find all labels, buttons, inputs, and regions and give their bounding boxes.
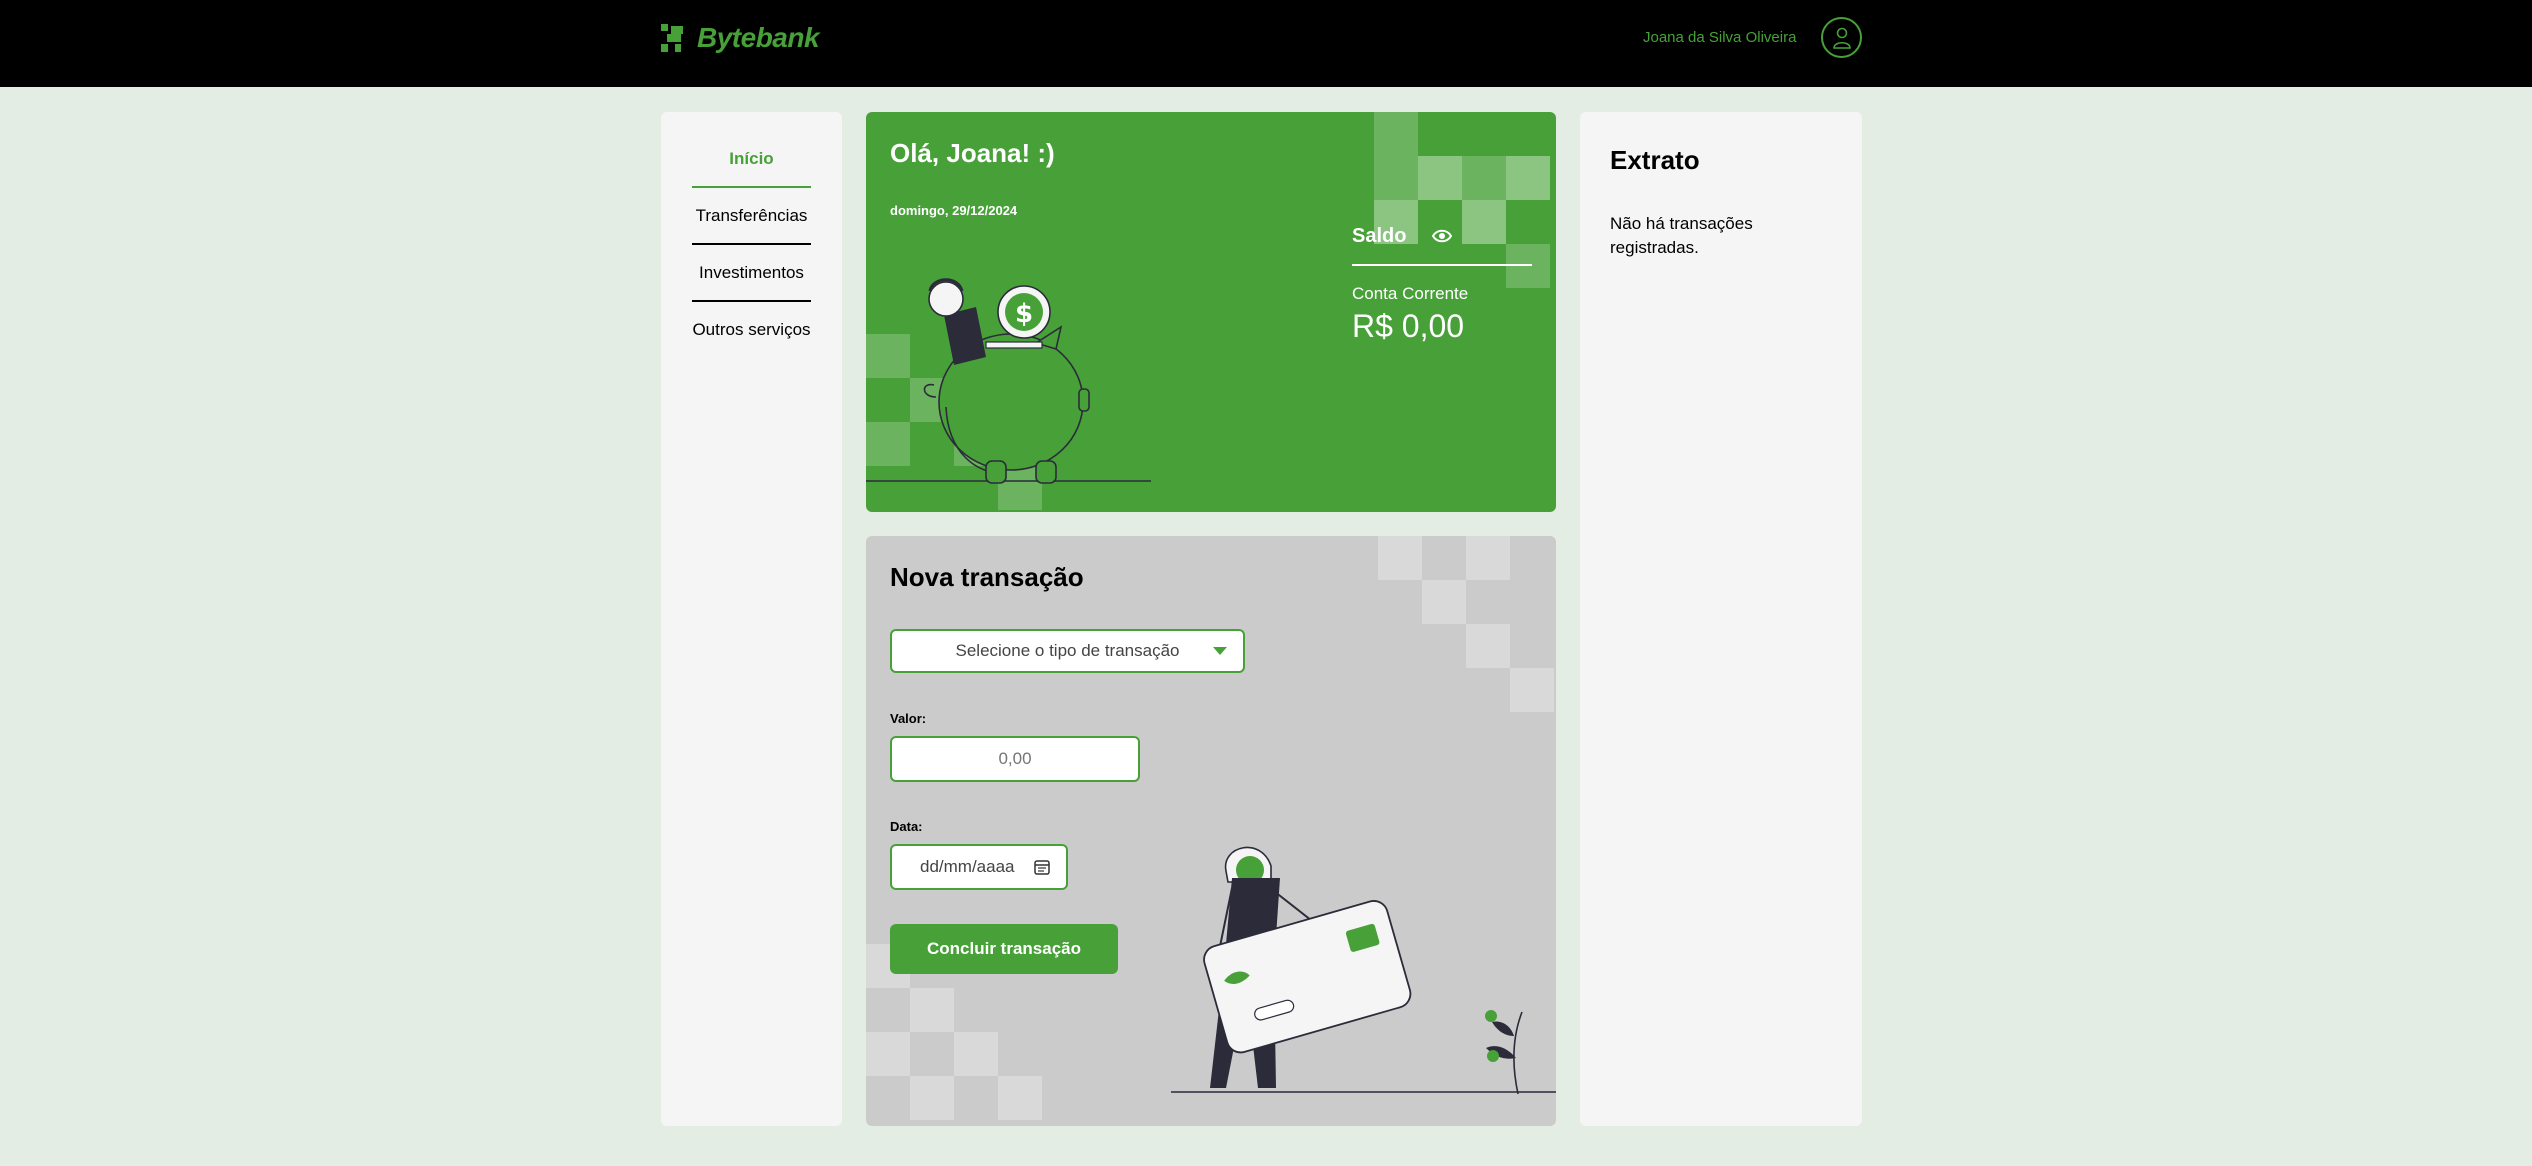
logo-text: Bytebank	[697, 22, 820, 53]
nav-divider	[692, 243, 811, 245]
submit-transaction-button[interactable]: Concluir transação	[890, 924, 1118, 974]
nav-divider	[692, 300, 811, 302]
date-placeholder: dd/mm/aaaa	[920, 857, 1015, 876]
avatar-button[interactable]	[1821, 17, 1862, 58]
current-date: domingo, 29/12/2024	[890, 203, 1018, 218]
transaction-type-placeholder: Selecione o tipo de transação	[955, 641, 1180, 660]
logo[interactable]: Bytebank	[661, 20, 820, 56]
amount-input[interactable]	[890, 736, 1140, 782]
date-label: Data:	[890, 819, 923, 834]
date-input[interactable]: dd/mm/aaaa	[890, 844, 1068, 890]
statement-panel: Extrato Não há transações registradas.	[1580, 112, 1862, 1126]
transaction-title: Nova transação	[890, 562, 1084, 592]
bytebank-logo-icon	[661, 24, 683, 52]
balance-label: Saldo	[1352, 225, 1407, 247]
top-header: Bytebank Joana da Silva Oliveira	[0, 0, 2532, 87]
balance-value: R$ 0,00	[1352, 308, 1465, 344]
transaction-type-select[interactable]: Selecione o tipo de transação	[890, 629, 1245, 673]
account-type: Conta Corrente	[1352, 284, 1469, 303]
amount-label: Valor:	[890, 711, 927, 726]
user-name: Joana da Silva Oliveira	[1643, 29, 1797, 46]
piggy-bank-illustration: $	[866, 278, 1151, 484]
balance-card: Olá, Joana! :) domingo, 29/12/2024 $ Sal…	[866, 112, 1556, 512]
statement-title: Extrato	[1610, 145, 1700, 175]
calendar-icon[interactable]	[1034, 859, 1050, 875]
eye-icon[interactable]	[1432, 225, 1452, 247]
person-card-illustration	[1171, 846, 1556, 1095]
user-icon	[1832, 27, 1851, 49]
greeting: Olá, Joana! :)	[890, 138, 1055, 168]
sidebar-item-investimentos[interactable]: Investimentos	[692, 263, 811, 283]
sidebar-item-inicio[interactable]: Início	[692, 149, 811, 169]
sidebar-nav: Início Transferências Investimentos Outr…	[661, 112, 842, 1126]
new-transaction-card: Nova transação Selecione o tipo de trans…	[866, 536, 1556, 1126]
balance-divider	[1352, 264, 1532, 266]
svg-text:$: $	[1015, 299, 1033, 329]
sidebar-item-outros-servicos[interactable]: Outros serviços	[692, 320, 811, 340]
nav-divider	[692, 186, 811, 188]
sidebar-item-transferencias[interactable]: Transferências	[692, 206, 811, 226]
statement-empty-message: Não há transações registradas.	[1610, 214, 1753, 257]
chevron-down-icon	[1213, 647, 1227, 655]
